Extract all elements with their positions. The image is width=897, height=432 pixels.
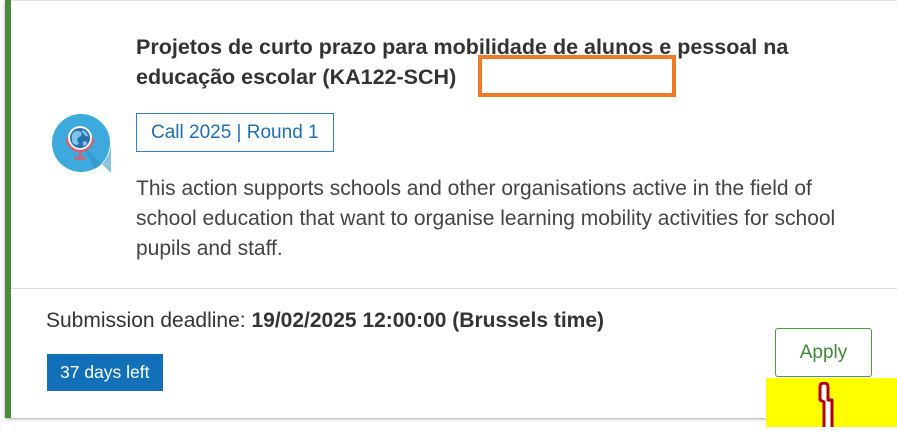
days-left-badge: 37 days left: [47, 354, 163, 391]
hand-pointer-icon: [816, 381, 848, 427]
deadline-value: 19/02/2025 12:00:00 (Brussels time): [251, 309, 605, 332]
card-top-border: [11, 0, 897, 1]
globe-icon: [51, 113, 111, 173]
card-divider: [11, 288, 897, 289]
call-round-badge[interactable]: Call 2025 | Round 1: [136, 113, 334, 152]
call-title[interactable]: Projetos de curto prazo para mobilidade …: [136, 32, 816, 92]
apply-button[interactable]: Apply: [775, 328, 872, 377]
call-card: Projetos de curto prazo para mobilidade …: [5, 0, 897, 418]
deadline-label: Submission deadline:: [46, 309, 246, 332]
code-highlight-box: [478, 55, 676, 97]
call-description: This action supports schools and other o…: [136, 177, 836, 260]
submission-deadline: Submission deadline: 19/02/2025 12:00:00…: [46, 309, 604, 333]
